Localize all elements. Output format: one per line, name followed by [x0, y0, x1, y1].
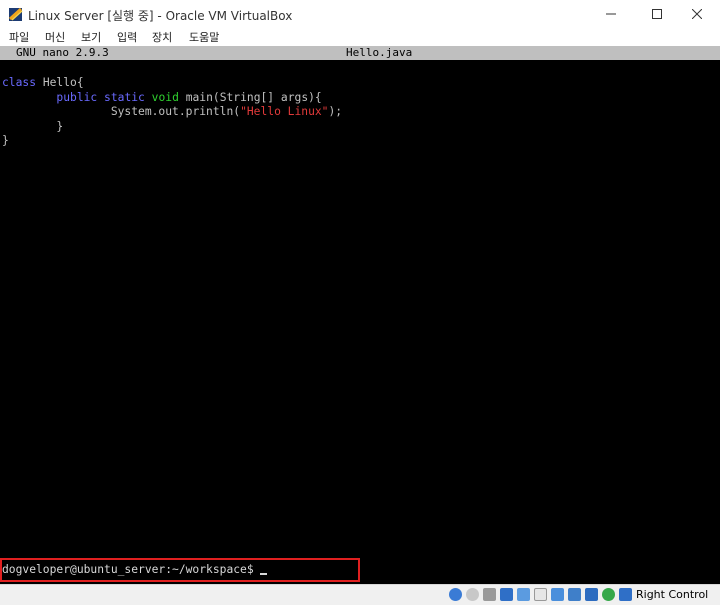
virtualization-icon[interactable] [585, 588, 598, 601]
code-text: System.out.println( [110, 105, 241, 118]
code-text: main(String[] args){ [178, 90, 322, 104]
code-keyword: static [104, 90, 145, 104]
minimize-button[interactable] [588, 0, 634, 28]
network-icon[interactable] [500, 588, 513, 601]
keyboard-capture-icon[interactable] [619, 588, 632, 601]
prompt-highlight-box [0, 558, 360, 582]
optical-drive-icon[interactable] [466, 588, 479, 601]
close-icon [692, 9, 702, 19]
code-text: } [2, 119, 64, 133]
virtualbox-icon [8, 7, 23, 21]
title-bar: Linux Server [실행 중] - Oracle VM VirtualB… [0, 0, 720, 28]
maximize-icon [652, 9, 662, 19]
nano-version: GNU nano 2.9.3 [16, 46, 109, 59]
minimize-icon [606, 13, 616, 15]
code-editor[interactable]: class Hello{ public static void main(Str… [2, 76, 342, 149]
code-text: Hello{ [36, 76, 84, 89]
menu-input[interactable]: 입력 [117, 29, 137, 45]
menu-view[interactable]: 보기 [81, 29, 101, 45]
hard-disk-icon[interactable] [449, 588, 462, 601]
video-capture-icon[interactable] [568, 588, 581, 601]
code-text: ); [328, 105, 343, 118]
menu-file[interactable]: 파일 [9, 29, 29, 45]
code-type: void [151, 90, 179, 104]
display-icon[interactable] [551, 588, 564, 601]
code-text: } [2, 134, 9, 147]
usb-icon[interactable] [517, 588, 530, 601]
status-bar: Right Control [0, 584, 720, 605]
nano-header: GNU nano 2.9.3 Hello.java [0, 46, 720, 60]
host-key-label: Right Control [636, 588, 709, 601]
menu-machine[interactable]: 머신 [45, 29, 65, 45]
vm-screen[interactable]: GNU nano 2.9.3 Hello.java class Hello{ p… [0, 46, 720, 584]
code-keyword: public [56, 90, 98, 104]
menu-help[interactable]: 도움말 [189, 29, 219, 45]
shared-folders-icon[interactable] [534, 588, 547, 601]
code-string: "Hello Linux" [240, 105, 329, 118]
menu-devices[interactable]: 장치 [152, 29, 172, 45]
window-title: Linux Server [실행 중] - Oracle VM VirtualB… [28, 9, 293, 23]
audio-icon[interactable] [483, 588, 496, 601]
mouse-integration-icon[interactable] [602, 588, 615, 601]
menu-bar: 파일 머신 보기 입력 장치 도움말 [0, 28, 720, 46]
code-keyword: class [2, 76, 37, 89]
nano-filename: Hello.java [346, 46, 413, 59]
close-button[interactable] [674, 0, 720, 28]
